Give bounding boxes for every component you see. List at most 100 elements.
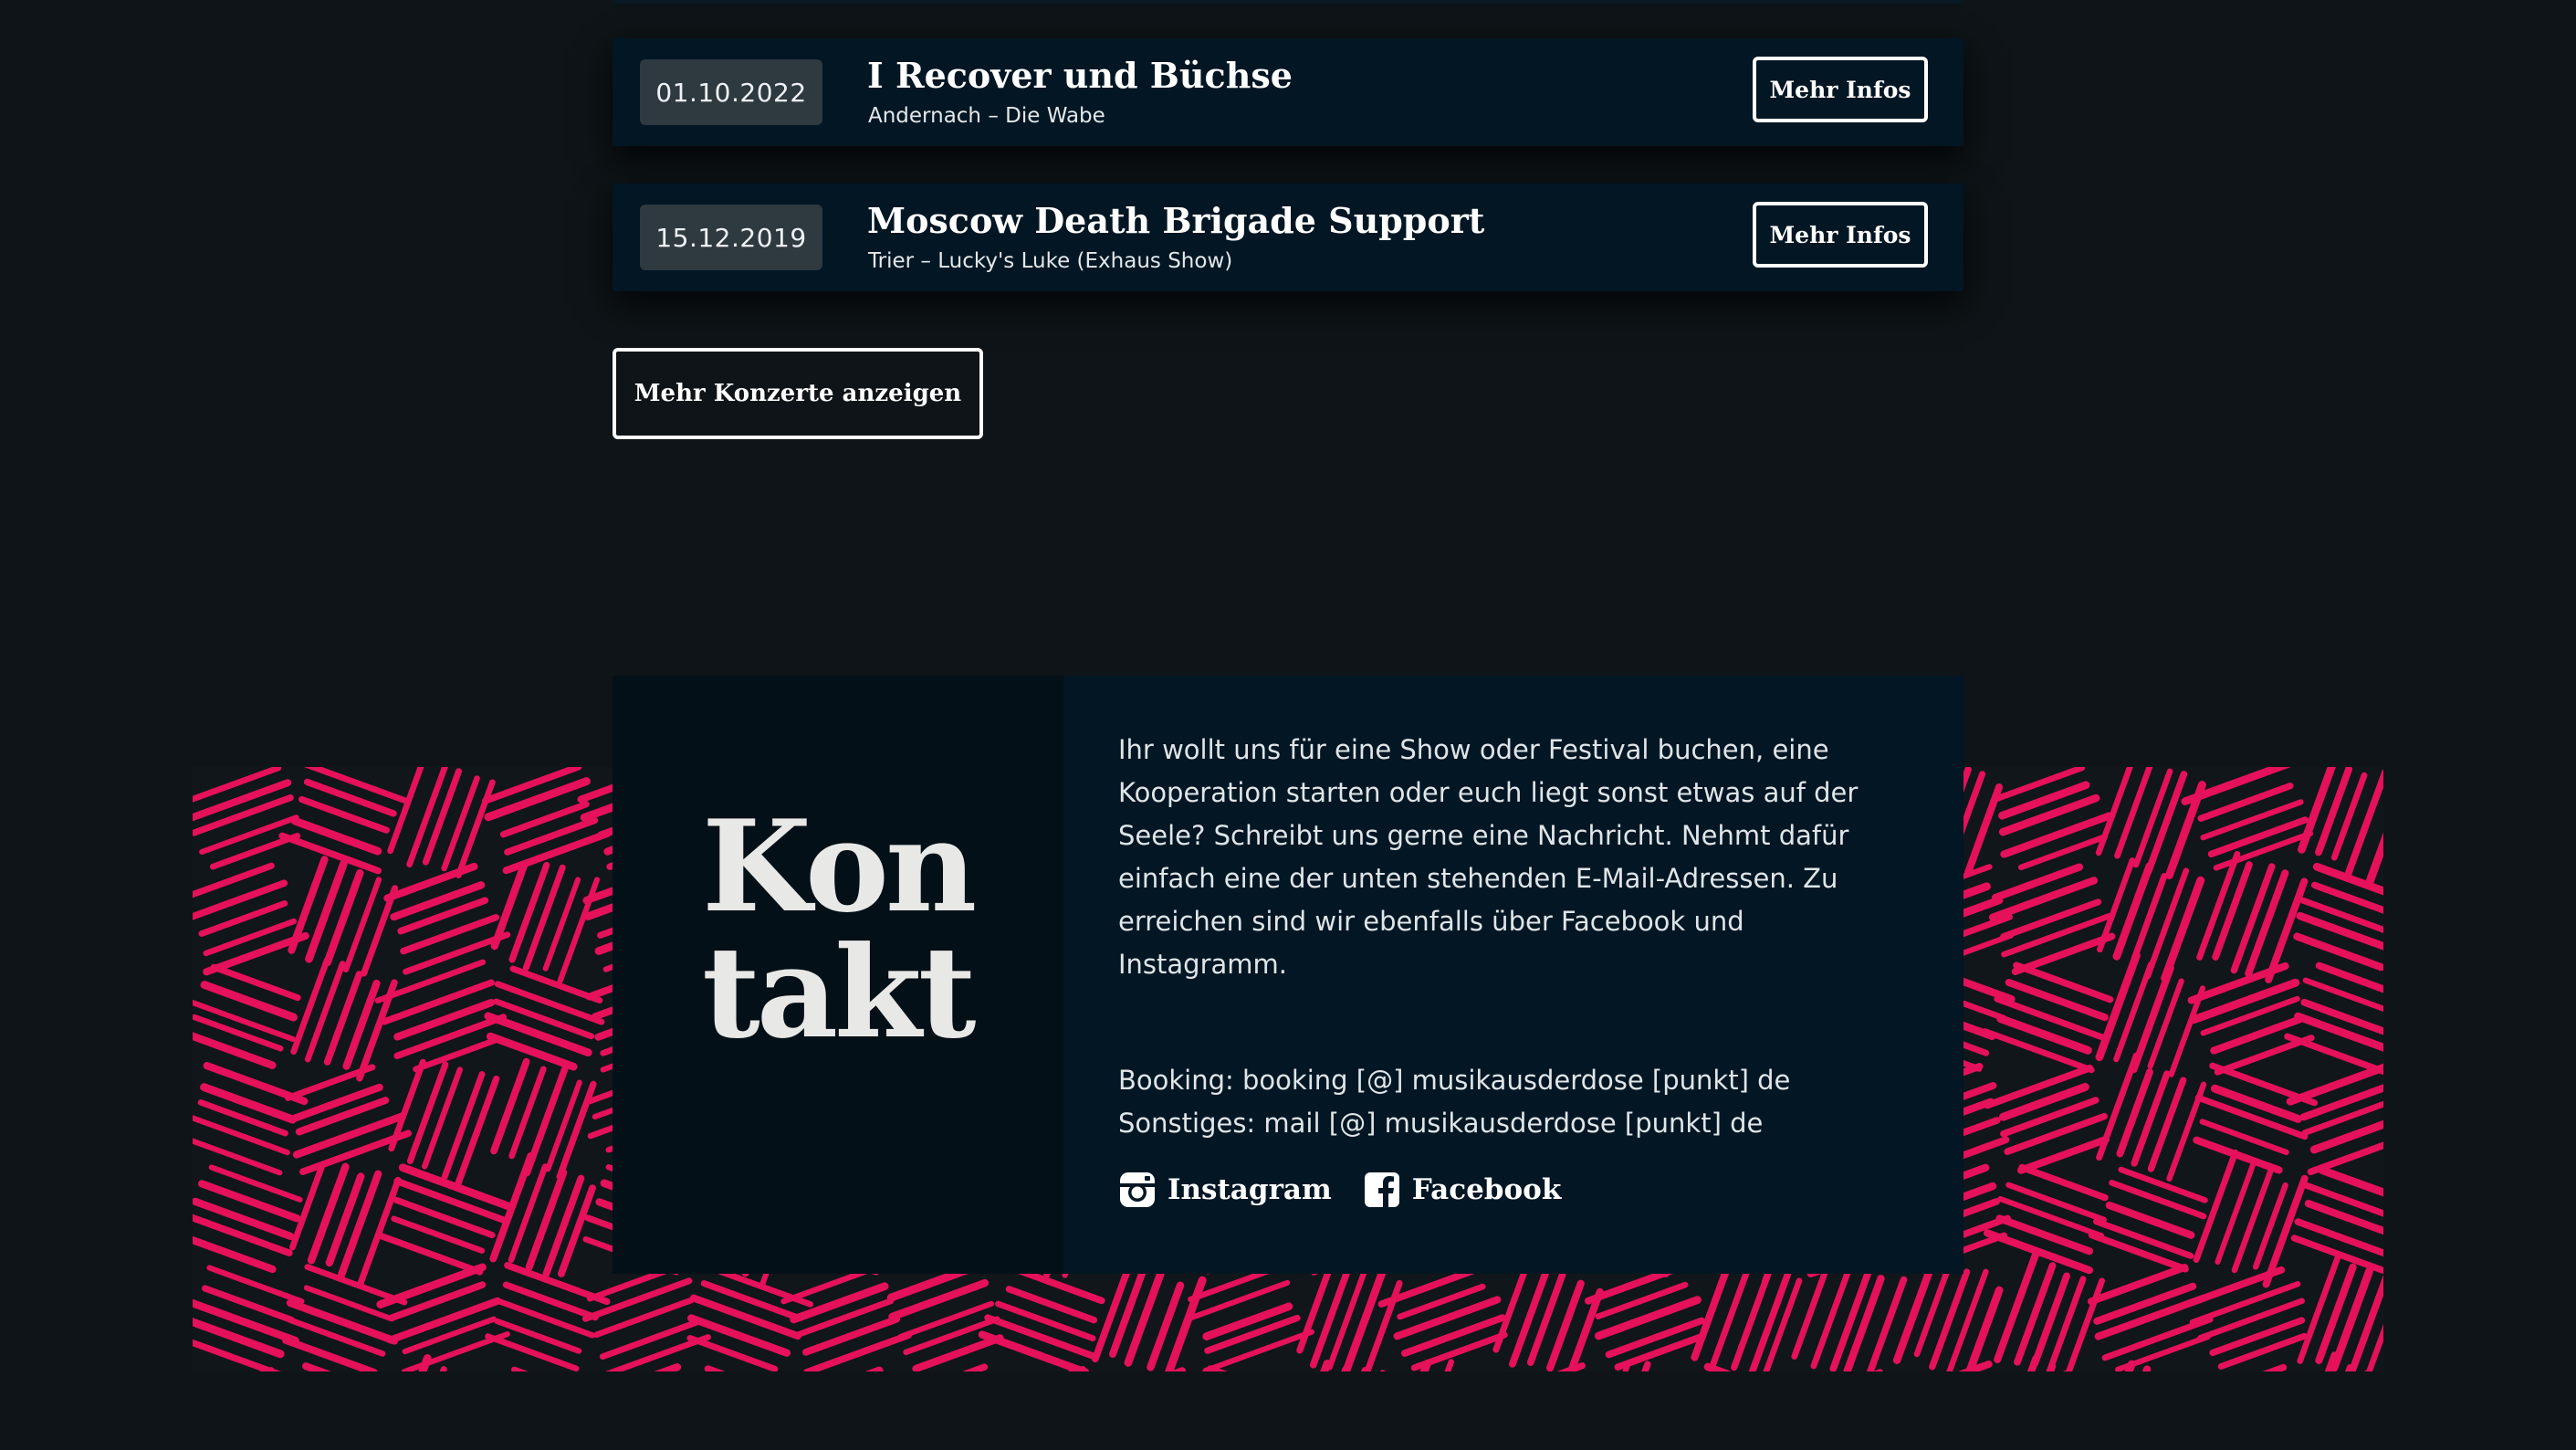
concert-venue: Trier – Lucky's Luke (Exhaus Show) [868, 249, 1233, 273]
pattern-stroke [1810, 1257, 1856, 1370]
pattern-stroke [2031, 1272, 2070, 1367]
contact-heading-line-1: Kon [702, 792, 977, 940]
pattern-stroke [2131, 1070, 2171, 1167]
pattern-stroke [2297, 767, 2336, 854]
more-info-button[interactable]: Mehr Infos [1753, 57, 1928, 122]
pattern-stroke [2217, 1332, 2308, 1370]
pattern-stroke [381, 979, 495, 1025]
contact-section: Kon takt Ihr wollt uns für eine Show ode… [613, 676, 1963, 1274]
pattern-stroke [376, 1263, 487, 1308]
pattern-stroke [193, 1138, 283, 1176]
contact-heading: Kon takt [702, 792, 977, 1066]
pattern-stroke [2013, 961, 2114, 1003]
pattern-stroke [393, 1196, 496, 1239]
facebook-link[interactable]: Facebook [1363, 1171, 1561, 1209]
concert-title: I Recover und Büchse [867, 55, 1293, 96]
pattern-stroke [2095, 951, 2141, 1062]
concert-date-badge: 01.10.2022 [640, 59, 822, 125]
pattern-stroke [494, 981, 605, 1025]
pattern-stroke [403, 931, 511, 975]
contact-description: Ihr wollt uns für eine Show oder Festiva… [1118, 734, 1859, 980]
social-links: Instagram Facebook [1118, 1171, 1561, 1209]
pattern-stroke [803, 1331, 912, 1371]
pattern-stroke [193, 767, 282, 803]
contact-emails: Booking: booking [@] musikausderdose [pu… [1118, 1059, 1903, 1145]
pattern-stroke [1994, 995, 2107, 1041]
pattern-stroke [2330, 1266, 2373, 1371]
pattern-stroke [393, 999, 496, 1041]
pattern-stroke [286, 1298, 399, 1345]
pattern-stroke [1982, 1028, 2095, 1074]
pattern-stroke [386, 1297, 502, 1344]
pattern-stroke [2189, 1281, 2301, 1326]
instagram-icon [1120, 1172, 1155, 1207]
pattern-stroke [2065, 1277, 2106, 1371]
pattern-stroke [1556, 1362, 1586, 1371]
contact-body: Ihr wollt uns für eine Show oder Festiva… [1118, 729, 1903, 1145]
pattern-stroke [1202, 1329, 1314, 1371]
pattern-stroke [2197, 1298, 2305, 1341]
pattern-stroke [2118, 1166, 2208, 1203]
pattern-stroke [493, 998, 595, 1040]
pattern-stroke [2231, 1166, 2275, 1274]
pattern-stroke [704, 1365, 726, 1371]
pattern-stroke [193, 1197, 295, 1241]
pattern-stroke [357, 1176, 402, 1287]
pattern-stroke [455, 779, 496, 878]
pattern-stroke [482, 767, 582, 804]
pattern-stroke [489, 1151, 535, 1263]
pattern-stroke [2046, 1276, 2087, 1371]
pattern-stroke [2207, 816, 2309, 858]
pattern-stroke [522, 864, 566, 972]
more-info-button[interactable]: Mehr Infos [1753, 202, 1928, 268]
pattern-stroke [1393, 1296, 1502, 1340]
pattern-stroke [304, 961, 346, 1063]
pattern-stroke [2000, 1097, 2100, 1138]
pattern-stroke [197, 1099, 288, 1137]
pattern-stroke [278, 832, 382, 875]
pattern-stroke [193, 1298, 299, 1345]
pattern-stroke [1207, 1365, 1228, 1371]
booking-email: Booking: booking [@] musikausderdose [pu… [1118, 1065, 1791, 1096]
pattern-stroke [1309, 1259, 1355, 1369]
pattern-stroke [1202, 1302, 1293, 1340]
pattern-stroke [1997, 1195, 2105, 1239]
pattern-stroke [995, 1300, 1096, 1342]
pattern-stroke [2112, 862, 2153, 961]
pattern-stroke [962, 1363, 989, 1371]
pattern-stroke [2315, 1263, 2357, 1365]
concert-venue: Andernach – Die Wabe [868, 104, 1105, 128]
pattern-stroke [2000, 812, 2113, 858]
pattern-stroke [1946, 1268, 1989, 1371]
pattern-stroke [2144, 867, 2190, 980]
pattern-stroke [2011, 932, 2116, 975]
pattern-stroke [2262, 1174, 2309, 1288]
pattern-stroke [1400, 1314, 1506, 1357]
more-concerts-button[interactable]: Mehr Konzerte anzeigen [613, 348, 983, 439]
pattern-stroke [978, 1330, 1090, 1371]
other-email: Sonstiges: mail [@] musikausderdose [pun… [1118, 1108, 1764, 1139]
concert-card: 15.12.2019 Moscow Death Brigade Support … [613, 184, 1963, 291]
pattern-stroke [2161, 876, 2205, 982]
pattern-stroke [2095, 767, 2133, 856]
pattern-stroke [203, 931, 309, 976]
contact-heading-panel: Kon takt [613, 676, 1063, 1274]
pattern-stroke [511, 1366, 529, 1371]
instagram-link[interactable]: Instagram [1118, 1171, 1332, 1209]
pattern-stroke [193, 1339, 282, 1371]
pattern-stroke [525, 1169, 568, 1271]
concert-title: Moscow Death Brigade Support [867, 200, 1485, 241]
pattern-stroke [1614, 1332, 1707, 1371]
pattern-stroke [1709, 1256, 1754, 1371]
pattern-stroke [1994, 1251, 2039, 1363]
previous-concert-card-edge [613, 0, 1963, 4]
contact-heading-line-2: takt [702, 918, 977, 1066]
pattern-stroke [292, 1112, 406, 1159]
pattern-stroke [1703, 1362, 1733, 1371]
pattern-stroke [2001, 912, 2112, 958]
pattern-stroke [2005, 978, 2109, 1022]
pattern-stroke [1983, 1229, 2093, 1275]
pattern-stroke [1326, 1268, 1367, 1371]
concert-date-badge: 15.12.2019 [640, 205, 822, 270]
pattern-stroke [557, 1184, 596, 1277]
